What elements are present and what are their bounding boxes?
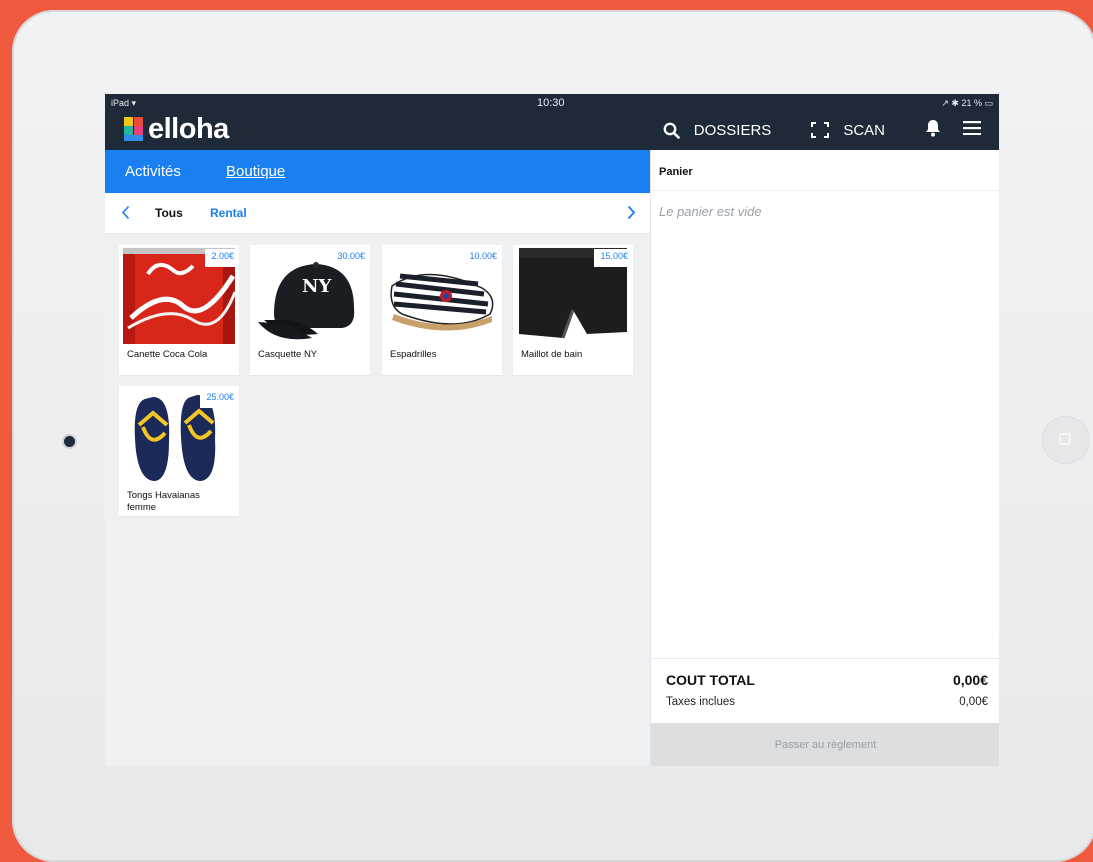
status-time: 10:30: [537, 97, 565, 109]
status-carrier: iPad ▾: [111, 98, 136, 109]
product-card[interactable]: 10.00€ Espadrilles: [382, 245, 502, 375]
location-icon: ↗: [941, 98, 949, 108]
bluetooth-icon: ✱: [951, 98, 959, 108]
product-name: Casquette NY: [258, 349, 318, 360]
battery-percent: 21 %: [961, 98, 982, 108]
cart-empty-message: Le panier est vide: [659, 204, 762, 219]
product-name: Espadrilles: [390, 349, 437, 360]
price-badge: 15.00€: [594, 249, 633, 267]
tax-label: Taxes inclues: [666, 696, 736, 708]
cart-total-divider: [651, 658, 999, 659]
category-bar: Tous Rental: [105, 193, 650, 234]
scan-button[interactable]: SCAN: [811, 122, 885, 139]
screen: iPad ▾ 10:30 ↗ ✱ 21 % ▭ elloha DOSSIERS …: [105, 94, 999, 766]
section-tabs: Activités Boutique: [105, 150, 650, 193]
product-name: Tongs Havaianas femme: [127, 490, 200, 513]
hamburger-menu-icon: [963, 121, 981, 139]
wifi-icon: ▾: [131, 98, 137, 108]
status-battery: ↗ ✱ 21 % ▭: [941, 98, 993, 109]
scan-label: SCAN: [843, 121, 885, 139]
camera: [64, 436, 75, 447]
logo[interactable]: elloha: [123, 112, 229, 146]
category-tous[interactable]: Tous: [155, 206, 183, 220]
product-card[interactable]: 2.00€ Canette Coca Cola: [119, 245, 239, 375]
price-badge: 30.00€: [331, 249, 370, 267]
product-name: Canette Coca Cola: [127, 349, 208, 360]
tax-value: 0,00€: [959, 696, 988, 708]
cart-panel: Panier Le panier est vide COUT TOTAL 0,0…: [650, 150, 999, 766]
category-rental[interactable]: Rental: [210, 206, 247, 220]
cart-divider: [651, 190, 999, 191]
header-actions: DOSSIERS SCAN: [663, 118, 981, 142]
total-value: 0,00€: [952, 672, 988, 688]
notifications-button[interactable]: [925, 119, 941, 141]
dossiers-button[interactable]: DOSSIERS: [663, 121, 772, 139]
price-badge: 10.00€: [463, 249, 502, 267]
price-badge: 2.00€: [205, 249, 239, 267]
menu-button[interactable]: [963, 121, 981, 139]
total-label: COUT TOTAL: [666, 672, 755, 688]
logo-text: elloha: [148, 112, 229, 145]
svg-text:NY: NY: [302, 276, 332, 297]
scan-frame-icon: [811, 122, 830, 138]
product-name: Maillot de bain: [521, 349, 583, 360]
home-button[interactable]: [1042, 416, 1090, 464]
search-icon: [663, 122, 680, 139]
chevron-left-icon[interactable]: [121, 205, 130, 225]
chevron-right-icon[interactable]: [627, 205, 636, 225]
cart-title: Panier: [659, 166, 693, 178]
dossiers-label: DOSSIERS: [693, 121, 772, 139]
product-card[interactable]: 15.00€ Maillot de bain: [513, 245, 633, 375]
bell-icon: [925, 119, 941, 141]
price-badge: 25.00€: [200, 390, 239, 408]
status-carrier-text: iPad: [111, 98, 130, 108]
top-bar: iPad ▾ 10:30 ↗ ✱ 21 % ▭ elloha DOSSIERS …: [105, 94, 999, 150]
tab-activites[interactable]: Activités: [125, 163, 181, 180]
checkout-button[interactable]: Passer au règlement: [651, 723, 999, 766]
product-card[interactable]: NY 30.00€ Casquette NY: [250, 245, 370, 375]
product-card[interactable]: 25.00€ Tongs Havaianas femme: [119, 386, 239, 516]
home-square-icon: [1059, 433, 1071, 445]
logo-mark-icon: [124, 117, 143, 141]
tab-boutique[interactable]: Boutique: [226, 163, 285, 180]
battery-icon: ▭: [984, 98, 993, 108]
